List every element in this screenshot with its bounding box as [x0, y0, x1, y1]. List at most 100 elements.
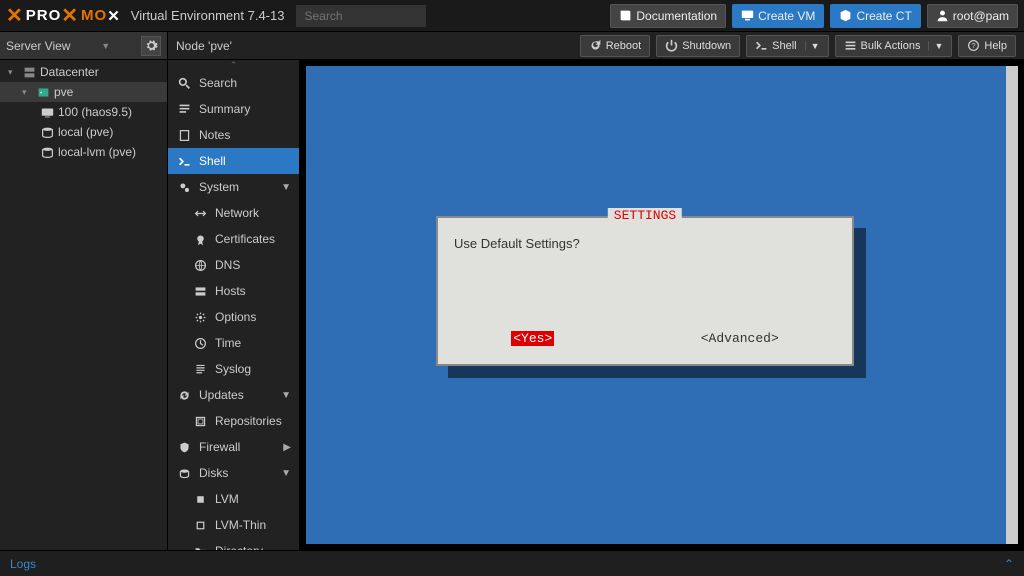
documentation-button[interactable]: Documentation	[610, 4, 726, 28]
storage-icon	[40, 145, 54, 159]
list-icon	[178, 103, 191, 116]
user-icon	[936, 9, 949, 22]
chevron-down-icon: ▼	[281, 390, 291, 401]
menu-repositories[interactable]: Repositories	[168, 408, 299, 434]
chevron-right-icon: ▶	[283, 442, 291, 453]
tree-storage-local-lvm[interactable]: local-lvm (pve)	[0, 142, 167, 162]
shutdown-button[interactable]: Shutdown	[656, 35, 740, 57]
menu-syslog[interactable]: Syslog	[168, 356, 299, 382]
tree-datacenter[interactable]: ▾Datacenter	[0, 62, 167, 82]
menu-directory[interactable]: Directory	[168, 538, 299, 550]
resource-tree-panel: Server View ▼ ▾Datacenter ▾pve 100 (haos…	[0, 32, 168, 550]
tree-settings-button[interactable]	[141, 36, 161, 56]
cube-icon	[839, 9, 852, 22]
menu-network[interactable]: Network	[168, 200, 299, 226]
dialog-yes-button[interactable]: <Yes>	[511, 331, 554, 346]
tree-node-pve[interactable]: ▾pve	[0, 82, 167, 102]
menu-updates[interactable]: Updates▼	[168, 382, 299, 408]
chevron-down-icon: ▼	[281, 468, 291, 479]
chevron-down-icon: ▼	[101, 41, 110, 51]
power-icon	[665, 39, 678, 52]
chevron-down-icon: ▼	[928, 41, 943, 51]
help-button[interactable]: ?Help	[958, 35, 1016, 57]
globe-icon	[194, 259, 207, 272]
search-icon	[178, 77, 191, 90]
menu-lvm-thin[interactable]: LVM-Thin	[168, 512, 299, 538]
bulk-actions-button[interactable]: Bulk Actions▼	[835, 35, 953, 57]
menu-firewall[interactable]: Firewall▶	[168, 434, 299, 460]
menu-dns[interactable]: DNS	[168, 252, 299, 278]
refresh-icon	[589, 39, 602, 52]
main-area: Server View ▼ ▾Datacenter ▾pve 100 (haos…	[0, 32, 1024, 550]
logs-toggle[interactable]: Logs	[10, 557, 36, 571]
menu-lvm[interactable]: LVM	[168, 486, 299, 512]
reboot-button[interactable]: Reboot	[580, 35, 650, 57]
menu-icon	[844, 39, 857, 52]
logo: ✕PRO✕MO✕	[6, 3, 121, 28]
settings-dialog: SETTINGS Use Default Settings? <Yes> <Ad…	[436, 216, 854, 366]
search-input[interactable]	[296, 5, 426, 27]
hosts-icon	[194, 285, 207, 298]
tree-vm-100[interactable]: 100 (haos9.5)	[0, 102, 167, 122]
console-viewport: SETTINGS Use Default Settings? <Yes> <Ad…	[306, 66, 1018, 544]
gear-icon	[194, 311, 207, 324]
resource-tree: ▾Datacenter ▾pve 100 (haos9.5) local (pv…	[0, 60, 167, 550]
gear-icon	[145, 39, 158, 52]
content-row: ⌃ Search Summary Notes Shell System▼ Net…	[168, 60, 1024, 550]
menu-certificates[interactable]: Certificates	[168, 226, 299, 252]
env-label: Virtual Environment 7.4-13	[131, 8, 285, 23]
chevron-down-icon: ▼	[805, 41, 820, 51]
node-submenu: ⌃ Search Summary Notes Shell System▼ Net…	[168, 60, 300, 550]
square-icon	[194, 493, 207, 506]
center-column: Node 'pve' Reboot Shutdown Shell▼ Bulk A…	[168, 32, 1024, 550]
shield-icon	[178, 441, 191, 454]
dialog-title: SETTINGS	[608, 208, 682, 223]
server-icon	[22, 65, 36, 79]
monitor-icon	[741, 9, 754, 22]
book-icon	[619, 9, 632, 22]
vm-icon	[40, 105, 54, 119]
shell-console[interactable]: SETTINGS Use Default Settings? <Yes> <Ad…	[300, 60, 1024, 550]
view-mode-label: Server View	[6, 39, 70, 53]
user-menu-button[interactable]: root@pam	[927, 4, 1018, 28]
menu-hosts[interactable]: Hosts	[168, 278, 299, 304]
gears-icon	[178, 181, 191, 194]
view-selector[interactable]: Server View ▼	[0, 32, 167, 60]
square-outline-icon	[194, 519, 207, 532]
menu-time[interactable]: Time	[168, 330, 299, 356]
dialog-advanced-button[interactable]: <Advanced>	[701, 331, 779, 346]
menu-shell[interactable]: Shell	[168, 148, 299, 174]
certificate-icon	[194, 233, 207, 246]
shell-dropdown-button[interactable]: Shell▼	[746, 35, 828, 57]
menu-search[interactable]: Search	[168, 70, 299, 96]
collapse-handle[interactable]: ⌃	[168, 60, 299, 70]
chevron-down-icon: ▼	[281, 182, 291, 193]
create-ct-button[interactable]: Create CT	[830, 4, 920, 28]
refresh-icon	[178, 389, 191, 402]
console-scrollbar[interactable]	[1006, 66, 1018, 544]
top-bar: ✕PRO✕MO✕ Virtual Environment 7.4-13 Docu…	[0, 0, 1024, 32]
create-vm-button[interactable]: Create VM	[732, 4, 824, 28]
repo-icon	[194, 415, 207, 428]
clock-icon	[194, 337, 207, 350]
menu-notes[interactable]: Notes	[168, 122, 299, 148]
menu-summary[interactable]: Summary	[168, 96, 299, 122]
storage-icon	[40, 125, 54, 139]
disk-icon	[178, 467, 191, 480]
expand-logs-icon[interactable]: ⌃	[1004, 557, 1014, 571]
log-icon	[194, 363, 207, 376]
terminal-icon	[755, 39, 768, 52]
node-title: Node 'pve'	[176, 39, 232, 53]
help-icon: ?	[967, 39, 980, 52]
node-action-bar: Node 'pve' Reboot Shutdown Shell▼ Bulk A…	[168, 32, 1024, 60]
terminal-icon	[178, 155, 191, 168]
menu-options[interactable]: Options	[168, 304, 299, 330]
menu-disks[interactable]: Disks▼	[168, 460, 299, 486]
tree-storage-local[interactable]: local (pve)	[0, 122, 167, 142]
dialog-body: Use Default Settings?	[438, 218, 852, 269]
menu-system[interactable]: System▼	[168, 174, 299, 200]
note-icon	[178, 129, 191, 142]
svg-text:?: ?	[972, 41, 976, 50]
bottom-bar: Logs ⌃	[0, 550, 1024, 576]
network-icon	[194, 207, 207, 220]
